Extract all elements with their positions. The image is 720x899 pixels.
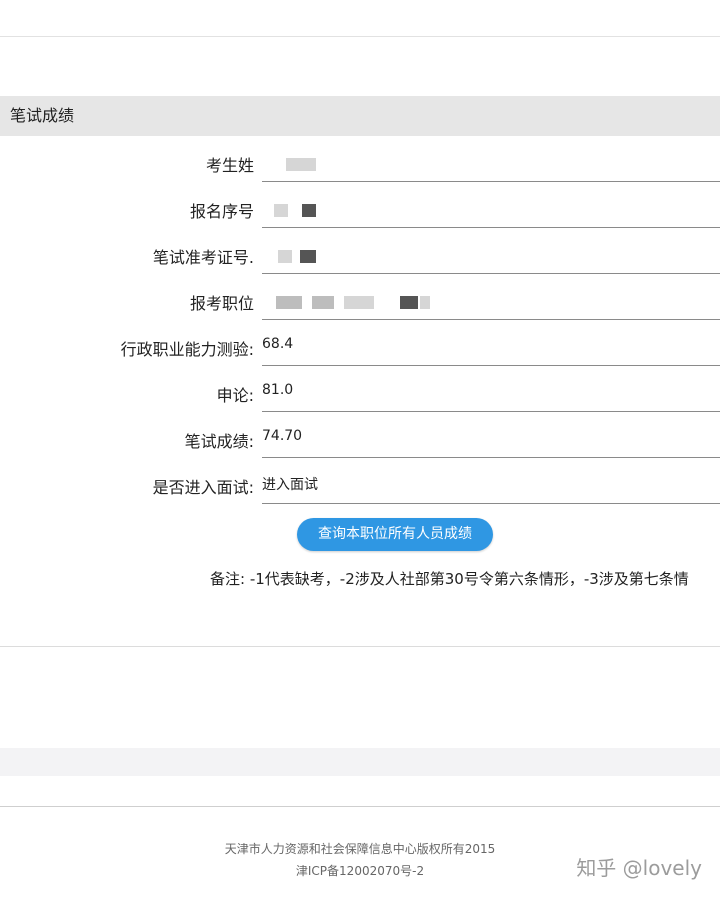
score-page: 笔试成绩 考生姓 报名序号 笔试准考证号. 报考职位 行政职业能力测验: 68.… xyxy=(0,0,720,899)
aptitude-test-score: 68.4 xyxy=(262,336,294,352)
field-underline xyxy=(262,411,720,412)
field-underline xyxy=(262,181,720,182)
name-label: 考生姓 xyxy=(205,156,254,175)
interview-status-label: 是否进入面试: xyxy=(152,478,254,497)
position-label: 报考职位 xyxy=(189,294,254,313)
field-underline xyxy=(262,457,720,458)
written-total-label: 笔试成绩: xyxy=(184,432,254,451)
written-total-score: 74.70 xyxy=(262,428,303,444)
redacted-block xyxy=(276,296,302,309)
essay-label: 申论: xyxy=(216,386,254,405)
zhihu-watermark: 知乎 @lovely xyxy=(576,856,702,880)
redacted-block xyxy=(344,296,374,309)
form-row-essay: 申论: 81.0 xyxy=(0,374,720,420)
form-row-registration-number: 报名序号 xyxy=(0,190,720,236)
section-divider xyxy=(0,646,720,647)
field-underline xyxy=(262,273,720,274)
remark-text: 备注: -1代表缺考，-2涉及人社部第30号令第六条情形，-3涉及第七条情 xyxy=(210,570,689,588)
redacted-block xyxy=(274,204,288,217)
form-row-interview-status: 是否进入面试: 进入面试 xyxy=(0,466,720,512)
footer-divider xyxy=(0,806,720,807)
interview-status-value: 进入面试 xyxy=(262,477,318,493)
registration-number-label: 报名序号 xyxy=(189,202,254,221)
form-row-position: 报考职位 xyxy=(0,282,720,328)
field-underline xyxy=(262,503,720,504)
redacted-block xyxy=(286,158,316,171)
essay-score: 81.0 xyxy=(262,382,294,398)
form-row-written-total: 笔试成绩: 74.70 xyxy=(0,420,720,466)
redacted-block xyxy=(312,296,334,309)
redacted-block xyxy=(302,204,316,217)
form-row-admission-ticket: 笔试准考证号. xyxy=(0,236,720,282)
spacer-band xyxy=(0,748,720,776)
field-underline xyxy=(262,365,720,366)
form-row-aptitude-test: 行政职业能力测验: 68.4 xyxy=(0,328,720,374)
admission-ticket-label: 笔试准考证号. xyxy=(152,248,254,267)
aptitude-test-label: 行政职业能力测验: xyxy=(120,340,254,359)
redacted-block xyxy=(400,296,418,309)
section-title: 笔试成绩 xyxy=(0,96,720,136)
redacted-block xyxy=(300,250,316,263)
top-divider xyxy=(0,36,720,37)
redacted-block xyxy=(420,296,430,309)
field-underline xyxy=(262,319,720,320)
form-row-name: 考生姓 xyxy=(0,144,720,190)
redacted-block xyxy=(278,250,292,263)
query-all-scores-button[interactable]: 查询本职位所有人员成绩 xyxy=(297,518,493,551)
field-underline xyxy=(262,227,720,228)
